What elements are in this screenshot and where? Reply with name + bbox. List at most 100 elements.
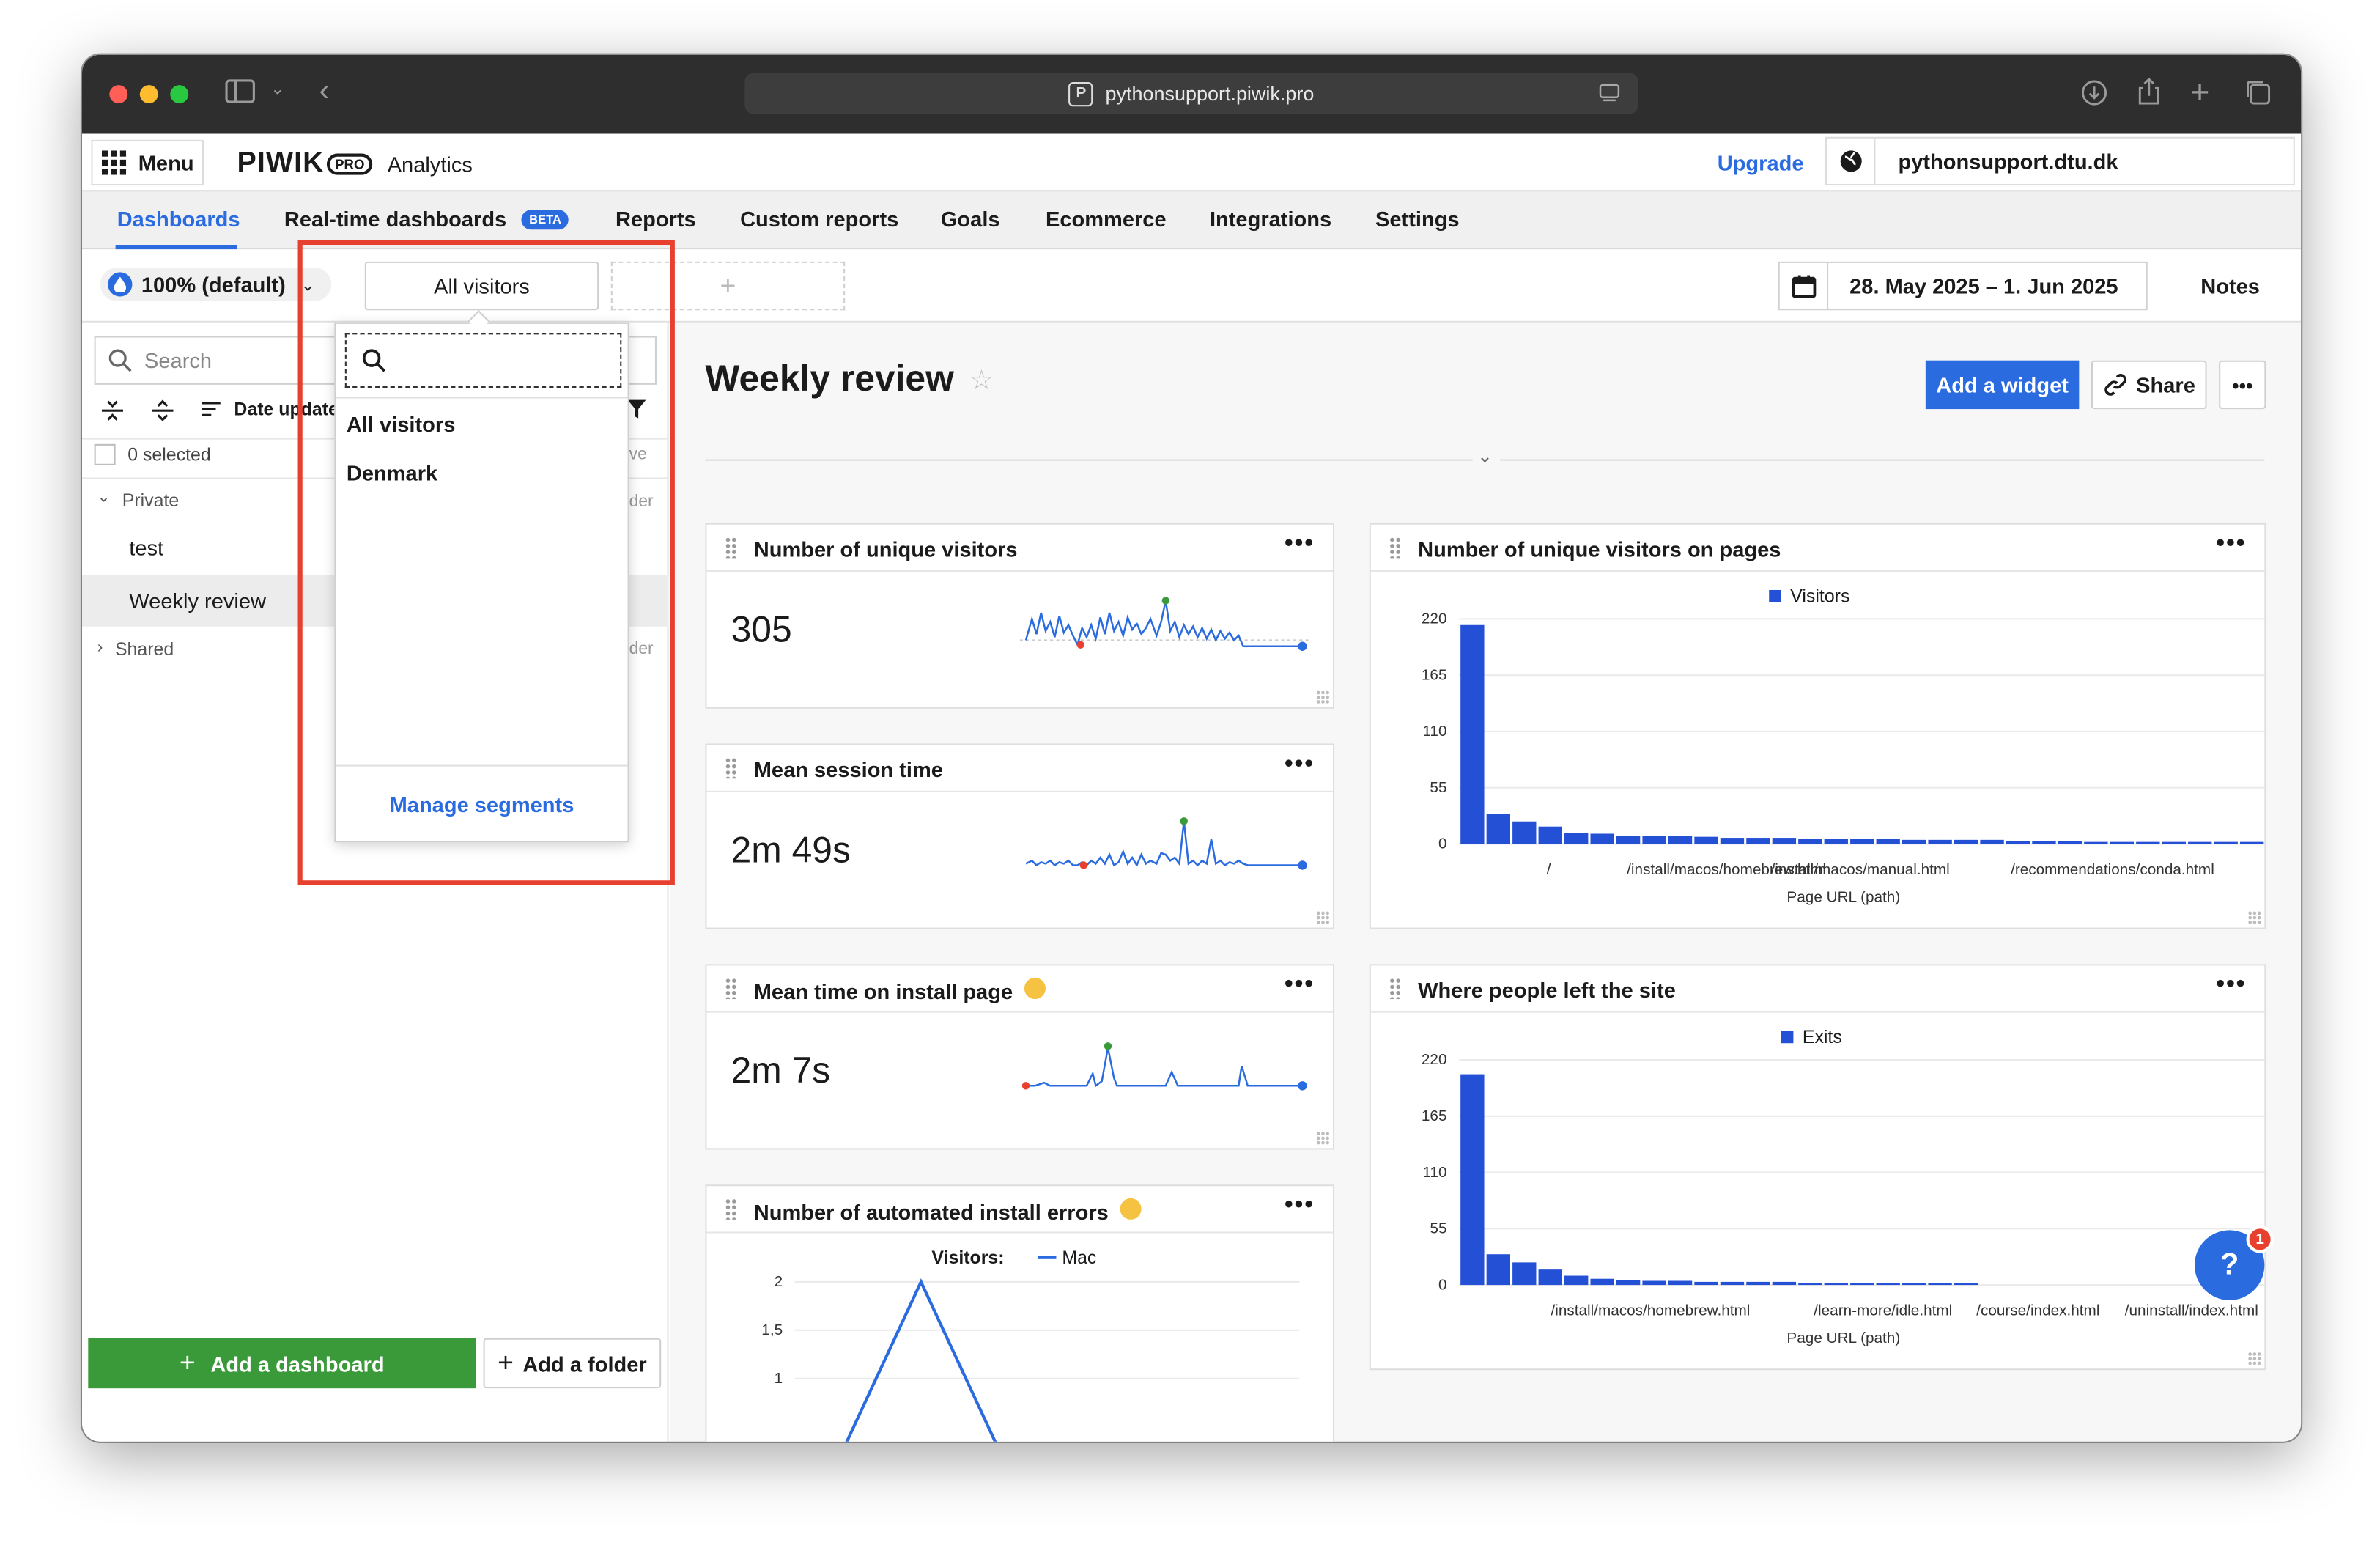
dashboard-more-button[interactable]: ••• xyxy=(2219,360,2266,410)
add-widget-button[interactable]: Add a widget xyxy=(1925,360,2080,410)
bar[interactable] xyxy=(1980,839,2004,844)
bar[interactable] xyxy=(1928,1283,1952,1286)
private-folder[interactable]: ⌄ Private xyxy=(97,490,179,511)
bar[interactable] xyxy=(1824,838,1848,844)
bar[interactable] xyxy=(1512,1262,1537,1286)
bar[interactable] xyxy=(2136,841,2160,844)
bar[interactable] xyxy=(1694,1281,1718,1286)
bar[interactable] xyxy=(1902,839,1926,844)
widget-menu-button[interactable]: ••• xyxy=(1285,751,1315,778)
bar[interactable] xyxy=(1486,1254,1510,1286)
bar[interactable] xyxy=(1876,838,1900,844)
bar[interactable] xyxy=(1616,1280,1641,1286)
bar[interactable] xyxy=(1772,1281,1797,1286)
bar[interactable] xyxy=(1486,814,1510,844)
bar[interactable] xyxy=(1538,1269,1562,1286)
upgrade-link[interactable]: Upgrade xyxy=(1718,150,1804,174)
site-selector[interactable]: pythonsupport.dtu.dk xyxy=(1825,136,2295,186)
bar[interactable] xyxy=(1642,836,1666,844)
shared-folder[interactable]: › Shared xyxy=(97,638,174,660)
bar[interactable] xyxy=(1564,833,1589,844)
bar[interactable] xyxy=(1876,1283,1900,1286)
piwik-logo[interactable]: PIWIK PRO Analytics xyxy=(237,147,473,181)
tab-ecommerce[interactable]: Ecommerce xyxy=(1046,207,1167,231)
bar[interactable] xyxy=(1694,836,1718,844)
bar[interactable] xyxy=(1616,836,1641,844)
bar[interactable] xyxy=(1720,1281,1745,1286)
drag-handle-icon[interactable] xyxy=(725,537,737,559)
drag-handle-icon[interactable] xyxy=(1389,978,1402,1000)
bar[interactable] xyxy=(1590,1278,1614,1286)
star-icon[interactable]: ☆ xyxy=(969,364,994,397)
drag-handle-icon[interactable] xyxy=(725,1198,737,1220)
bar[interactable] xyxy=(1746,838,1770,844)
zoom-window-button[interactable] xyxy=(170,85,189,104)
bar[interactable] xyxy=(1668,1280,1693,1286)
bar[interactable] xyxy=(2032,841,2056,844)
resize-handle-icon[interactable] xyxy=(2247,1352,2262,1366)
bar[interactable] xyxy=(1928,839,1952,844)
bar[interactable] xyxy=(1954,839,1978,844)
resize-handle-icon[interactable] xyxy=(2247,910,2262,925)
bar[interactable] xyxy=(1850,838,1874,844)
download-icon[interactable] xyxy=(2080,79,2107,114)
reader-icon[interactable] xyxy=(1599,82,1620,108)
drag-handle-icon[interactable] xyxy=(725,978,737,1000)
tab-custom-reports[interactable]: Custom reports xyxy=(740,207,898,231)
share-button[interactable]: Share xyxy=(2091,360,2207,410)
bar[interactable] xyxy=(1902,1283,1926,1286)
close-window-button[interactable] xyxy=(109,85,128,104)
drag-handle-icon[interactable] xyxy=(725,757,737,779)
bar[interactable] xyxy=(1642,1280,1666,1286)
sidebar-item-test[interactable]: test xyxy=(129,535,163,559)
bar[interactable] xyxy=(1746,1281,1770,1286)
bar[interactable] xyxy=(1798,1283,1822,1286)
bar[interactable] xyxy=(1954,1283,1978,1286)
checkbox[interactable] xyxy=(94,443,116,465)
bar[interactable] xyxy=(2110,841,2135,844)
resize-handle-icon[interactable] xyxy=(1316,910,1330,925)
collapse-all-icon[interactable] xyxy=(100,399,125,431)
tab-settings[interactable]: Settings xyxy=(1375,207,1460,231)
back-icon[interactable]: ‹ xyxy=(319,75,330,110)
bar[interactable] xyxy=(1798,838,1822,844)
resize-handle-icon[interactable] xyxy=(1316,690,1330,704)
sidebar-toggle-icon[interactable] xyxy=(225,79,255,111)
resize-handle-icon[interactable] xyxy=(1316,1131,1330,1146)
bar[interactable] xyxy=(1460,1074,1485,1286)
add-folder-button[interactable]: + Add a folder xyxy=(483,1338,662,1389)
chevron-down-icon[interactable]: ⌄ xyxy=(270,79,284,99)
widget-menu-button[interactable]: ••• xyxy=(1285,531,1315,558)
bar[interactable] xyxy=(1772,838,1797,844)
share-icon[interactable] xyxy=(2137,76,2161,114)
bar[interactable] xyxy=(2188,841,2212,844)
bar[interactable] xyxy=(1850,1283,1874,1286)
bar[interactable] xyxy=(1720,838,1745,844)
chevron-down-icon[interactable]: ⌄ xyxy=(1477,446,1493,467)
notes-button[interactable]: Notes xyxy=(2200,273,2260,298)
bar[interactable] xyxy=(2214,841,2238,844)
drag-handle-icon[interactable] xyxy=(1389,537,1402,559)
minimize-window-button[interactable] xyxy=(139,85,158,104)
bar[interactable] xyxy=(1460,624,1485,844)
bar[interactable] xyxy=(1824,1283,1848,1286)
tab-dashboards[interactable]: Dashboards xyxy=(117,207,240,231)
address-bar[interactable]: P pythonsupport.piwik.pro xyxy=(744,73,1638,114)
widget-menu-button[interactable]: ••• xyxy=(1285,1193,1315,1220)
bar[interactable] xyxy=(1590,833,1614,844)
menu-button[interactable]: Menu xyxy=(91,139,204,186)
bar[interactable] xyxy=(2084,841,2108,844)
tab-overview-icon[interactable] xyxy=(2244,79,2272,114)
tab-integrations[interactable]: Integrations xyxy=(1210,207,1331,231)
sampling-selector[interactable]: 100% (default) ⌄ xyxy=(100,268,332,301)
bar[interactable] xyxy=(2162,841,2186,844)
add-dashboard-button[interactable]: + Add a dashboard xyxy=(88,1338,476,1389)
segment-filter-icon[interactable] xyxy=(1024,978,1046,1000)
segment-filter-icon[interactable] xyxy=(1120,1198,1142,1220)
bar[interactable] xyxy=(1512,821,1537,844)
tab-goals[interactable]: Goals xyxy=(941,207,1000,231)
date-range-picker[interactable]: 28. May 2025 – 1. Jun 2025 xyxy=(1778,261,2148,311)
bar[interactable] xyxy=(2006,841,2030,844)
widget-menu-button[interactable]: ••• xyxy=(2216,972,2246,999)
bar[interactable] xyxy=(2239,841,2264,844)
